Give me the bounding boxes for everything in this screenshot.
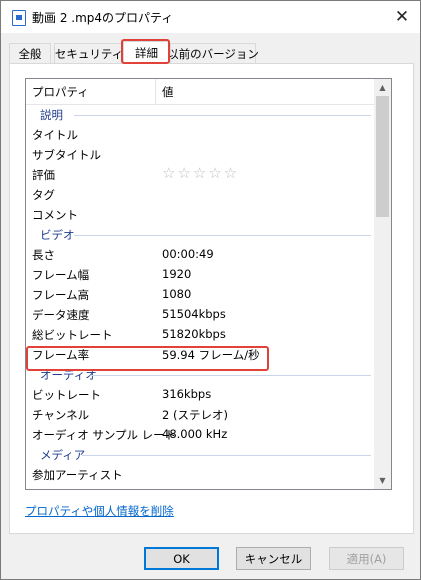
list-item[interactable]: データ速度 51504kbps [26,304,375,324]
list-rows: 説明 タイトル サブタイトル 評価 ☆☆☆☆☆ タグ コメント ビデオ 長さ 00:… [26,104,375,484]
group-header-media: メディア [26,444,375,464]
group-header-description: 説明 [26,104,375,124]
list-item[interactable]: チャンネル 2 (ステレオ) [26,404,375,424]
property-name: 総ビットレート [32,328,113,342]
property-name: オーディオ サンプル レート [32,428,177,442]
tab-security[interactable]: セキュリティ [54,43,124,63]
property-value: 1920 [162,267,192,281]
ok-button[interactable]: OK [144,547,219,570]
property-name: コメント [32,208,78,222]
column-header-value[interactable]: 値 [156,79,356,104]
property-name: フレーム幅 [32,268,90,282]
scroll-thumb[interactable] [376,96,389,217]
properties-dialog: 動画 2 .mp4のプロパティ ✕ 全般 セキュリティ 詳細 以前のバージョン … [0,0,421,580]
scroll-up-arrow-icon[interactable]: ▲ [374,79,391,96]
scroll-down-arrow-icon[interactable]: ▼ [374,472,391,489]
group-divider [74,235,371,236]
video-file-icon [12,10,26,26]
group-label: オーディオ [40,368,97,382]
apply-button[interactable]: 適用(A) [329,547,404,570]
property-list[interactable]: プロパティ 値 説明 タイトル サブタイトル 評価 ☆☆☆☆☆ タグ コメント ビ… [25,78,392,490]
list-item[interactable]: フレーム幅 1920 [26,264,375,284]
list-item[interactable]: サブタイトル [26,144,375,164]
property-name: 長さ [32,248,55,262]
list-item[interactable]: ビットレート 316kbps [26,384,375,404]
list-item[interactable]: タグ [26,184,375,204]
property-value: 59.94 フレーム/秒 [162,348,260,362]
property-name: タグ [32,188,55,202]
group-label: メディア [40,448,86,462]
tab-previous-versions[interactable]: 以前のバージョン [167,43,259,63]
list-header: プロパティ 値 [26,79,375,105]
property-name: タイトル [32,128,78,142]
close-icon: ✕ [394,7,410,27]
property-name: 評価 [32,168,55,182]
list-item[interactable]: 総ビットレート 51820kbps [26,324,375,344]
list-item[interactable]: 評価 ☆☆☆☆☆ [26,164,375,184]
property-name: チャンネル [32,408,90,422]
group-divider [82,455,371,456]
property-value: 2 (ステレオ) [162,408,228,422]
remove-properties-link[interactable]: プロパティや個人情報を削除 [25,503,174,519]
property-value: 1080 [162,287,192,301]
property-name: フレーム高 [32,288,90,302]
list-item[interactable]: タイトル [26,124,375,144]
group-divider [90,375,371,376]
vertical-scrollbar[interactable]: ▲ ▼ [374,79,391,489]
tab-strip: 全般 セキュリティ 詳細 以前のバージョン [9,41,414,64]
tab-general[interactable]: 全般 [9,43,51,63]
list-item[interactable]: コメント [26,204,375,224]
property-name: データ速度 [32,308,90,322]
list-item[interactable]: オーディオ サンプル レート 48.000 kHz [26,424,375,444]
group-header-audio: オーディオ [26,364,375,384]
property-value: 316kbps [162,387,212,401]
group-divider [74,115,371,116]
property-value: 51820kbps [162,327,226,341]
list-item[interactable]: 参加アーティスト [26,464,375,484]
property-name: 参加アーティスト [32,468,123,482]
property-name: サブタイトル [32,148,101,162]
tab-details[interactable]: 詳細 [123,41,170,64]
property-value: 48.000 kHz [162,427,228,441]
property-name: フレーム率 [32,348,90,362]
list-item[interactable]: 長さ 00:00:49 [26,244,375,264]
close-button[interactable]: ✕ [384,1,420,33]
list-item[interactable]: フレーム高 1080 [26,284,375,304]
property-name: ビットレート [32,388,101,402]
property-value: 00:00:49 [162,247,214,261]
cancel-button[interactable]: キャンセル [236,547,311,570]
group-label: ビデオ [40,228,75,242]
window-title: 動画 2 .mp4のプロパティ [32,11,174,25]
group-header-video: ビデオ [26,224,375,244]
title-bar: 動画 2 .mp4のプロパティ ✕ [1,1,420,33]
property-value: 51504kbps [162,307,226,321]
rating-stars[interactable]: ☆☆☆☆☆ [162,164,239,182]
list-item-frame-rate[interactable]: フレーム率 59.94 フレーム/秒 [26,344,375,364]
column-header-property[interactable]: プロパティ [26,79,156,104]
group-label: 説明 [40,108,63,122]
